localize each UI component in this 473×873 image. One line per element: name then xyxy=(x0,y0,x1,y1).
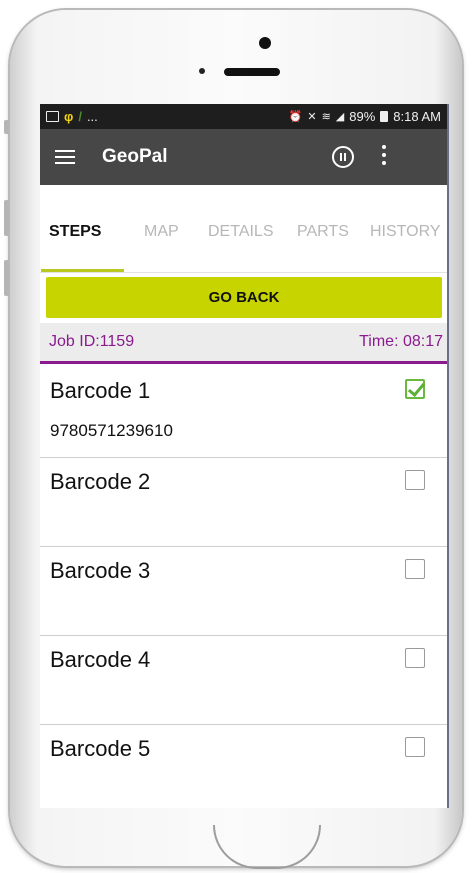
barcode-row-2[interactable]: Barcode 2 xyxy=(40,458,447,547)
more-notifications-indicator: ... xyxy=(86,109,98,124)
side-button-volume-down xyxy=(4,260,9,296)
barcode-5-checkbox[interactable] xyxy=(405,737,425,757)
app-bar: GeoPal xyxy=(40,129,447,185)
barcode-2-checkbox[interactable] xyxy=(405,470,425,490)
barcode-row-4[interactable]: Barcode 4 xyxy=(40,636,447,725)
tab-map[interactable]: MAP xyxy=(144,223,179,241)
app-notification-icon: / xyxy=(78,109,82,124)
image-notification-icon xyxy=(46,111,59,122)
job-info-bar: Job ID:1159 Time: 08:17 xyxy=(40,323,447,364)
barcode-3-checkbox[interactable] xyxy=(405,559,425,579)
pause-icon[interactable] xyxy=(332,146,354,168)
side-button-volume-up xyxy=(4,200,9,236)
home-button[interactable] xyxy=(213,825,321,869)
active-tab-indicator xyxy=(41,269,124,272)
go-back-button[interactable]: GO BACK xyxy=(46,277,442,318)
alarm-icon: ⏰ xyxy=(288,111,303,123)
camera-icon xyxy=(259,37,271,49)
tab-steps[interactable]: STEPS xyxy=(49,223,101,241)
barcode-row-3[interactable]: Barcode 3 xyxy=(40,547,447,636)
tab-details[interactable]: DETAILS xyxy=(208,223,274,241)
barcode-row-5[interactable]: Barcode 5 xyxy=(40,725,447,808)
battery-icon xyxy=(380,111,389,122)
barcode-label: Barcode 3 xyxy=(50,558,151,583)
tab-parts[interactable]: PARTS xyxy=(297,223,349,241)
job-time: Time: 08:17 xyxy=(359,333,443,350)
overflow-menu-icon[interactable] xyxy=(382,145,386,165)
barcode-1-checkbox[interactable] xyxy=(405,379,425,399)
speaker-grille xyxy=(224,68,280,76)
app-title: GeoPal xyxy=(102,146,168,167)
geopal-notification-icon: φ xyxy=(64,109,74,124)
barcode-label: Barcode 4 xyxy=(50,647,151,672)
barcode-label: Barcode 1 xyxy=(50,378,151,403)
barcode-label: Barcode 2 xyxy=(50,469,151,494)
signal-icon: ◢ xyxy=(335,111,345,123)
battery-percent: 89% xyxy=(349,109,376,124)
side-button-top xyxy=(4,120,9,134)
barcode-value: 9780571239610 xyxy=(50,421,173,440)
sensor-icon xyxy=(199,68,205,74)
tab-history[interactable]: HISTORY xyxy=(370,223,441,241)
status-bar: φ / ... ⏰ ✕ ≋ ◢ 89% 8:18 AM xyxy=(40,104,447,129)
barcode-4-checkbox[interactable] xyxy=(405,648,425,668)
status-time: 8:18 AM xyxy=(393,109,441,124)
wifi-icon: ≋ xyxy=(321,111,331,123)
job-id: Job ID:1159 xyxy=(49,333,135,350)
app-screen: φ / ... ⏰ ✕ ≋ ◢ 89% 8:18 AM GeoPal STEPS… xyxy=(40,104,449,808)
tab-bar: STEPS MAP DETAILS PARTS HISTORY xyxy=(40,185,447,273)
barcode-label: Barcode 5 xyxy=(50,736,151,761)
menu-icon[interactable] xyxy=(55,150,75,164)
barcode-row-1[interactable]: Barcode 1 9780571239610 xyxy=(40,367,447,458)
mute-icon: ✕ xyxy=(307,111,317,123)
